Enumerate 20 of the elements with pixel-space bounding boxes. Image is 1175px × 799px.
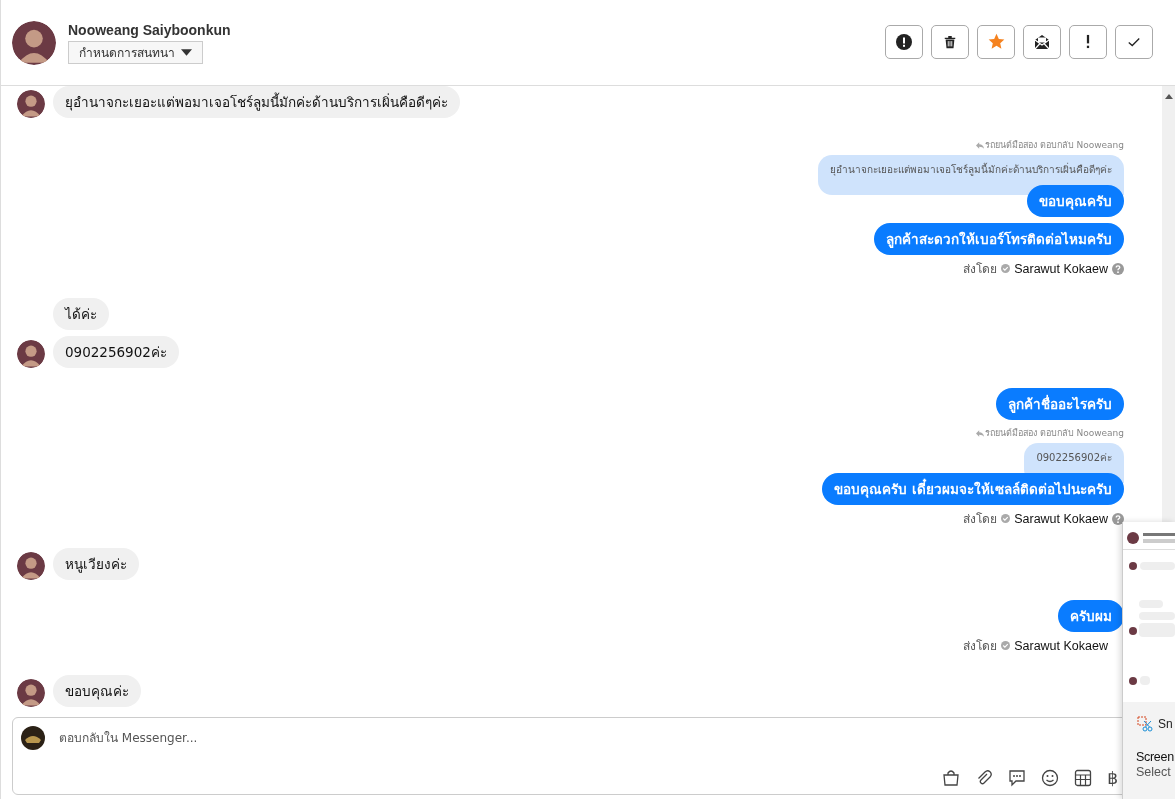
sent-by-label: ส่งโดย (963, 261, 998, 278)
reply-text: รถยนต์มือสอง ตอบกลับ Nooweang (984, 139, 1124, 152)
sent-by-label: ส่งโดย (963, 511, 998, 528)
incoming-message: ได้ค่ะ (53, 298, 109, 330)
outgoing-message: ลูกค้าชื่ออะไรครับ (996, 388, 1124, 420)
outgoing-message: ครับผม (1058, 600, 1124, 632)
outgoing-message: ลูกค้าสะดวกให้เบอร์โทรติดต่อไหมครับ (874, 223, 1124, 255)
incoming-message: หนูเวียงค่ะ (53, 548, 139, 580)
contact-name: Nooweang Saiyboonkun (68, 21, 231, 38)
incoming-message: ขอบคุณค่ะ (53, 675, 141, 707)
quoted-message: ยุอำนาจกะเยอะแต่พอมาเจอโชร์ลูมนี้มักค่ะด้านบริการเผิ่นคือดีๆค่ะ (818, 155, 1124, 195)
outgoing-message: ขอบคุณครับ เดี๋ยวผมจะให้เซลล์ติดต่อไปนะครับ (822, 473, 1124, 505)
agent-name: Sarawut Kokaew (1014, 638, 1108, 653)
reply-text: รถยนต์มือสอง ตอบกลับ Nooweang (984, 427, 1124, 440)
sent-by-label: ส่งโดย (963, 638, 998, 655)
incoming-message: ยุอำนาจกะเยอะแต่พอมาเจอโชร์ลูมนี้มักค่ะด้านบริการเผิ่นคือดีๆค่ะ (53, 86, 460, 118)
agent-name: Sarawut Kokaew (1014, 261, 1108, 276)
outgoing-message: ขอบคุณครับ (1027, 185, 1124, 217)
incoming-message: 0902256902ค่ะ (53, 336, 179, 368)
agent-name: Sarawut Kokaew (1014, 511, 1108, 526)
